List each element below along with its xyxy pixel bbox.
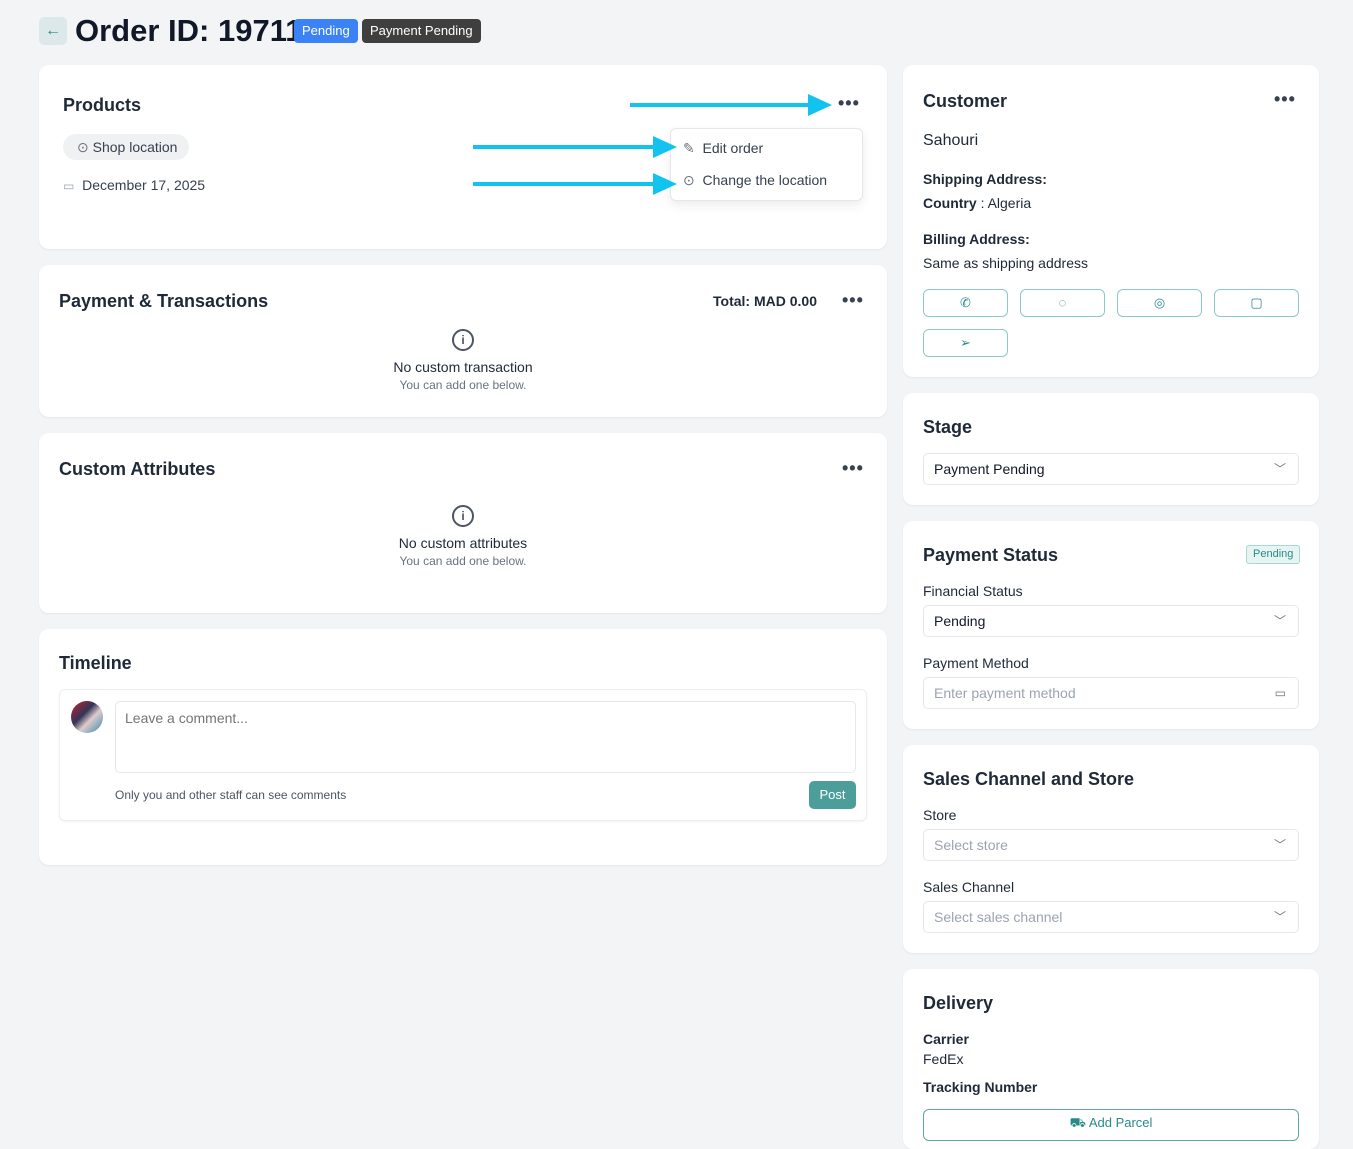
store-placeholder: Select store (934, 837, 1008, 853)
products-more-button[interactable]: ••• (838, 93, 860, 114)
store-label: Store (923, 807, 957, 823)
truck-icon: ⛟ (1069, 1115, 1086, 1130)
page-title: Order ID: 19711 (75, 13, 303, 48)
customer-name: Sahouri (923, 132, 979, 149)
chat-icon: ◌ (1058, 295, 1067, 310)
timeline-title: Timeline (59, 653, 132, 673)
payment-card: Payment & Transactions Total: MAD 0.00 •… (39, 265, 887, 417)
carrier-label: Carrier (923, 1031, 969, 1047)
stage-title: Stage (923, 417, 973, 437)
order-date-text: December 17, 2025 (82, 177, 206, 193)
payment-method-input[interactable]: Enter payment method ▭ (923, 677, 1299, 709)
empty-subtitle: You can add one below. (399, 554, 527, 568)
stage-badge: Payment Pending (362, 19, 481, 43)
country-row: Country : Algeria (923, 195, 1031, 211)
products-title: Products (63, 95, 142, 115)
stage-value: Payment Pending (934, 461, 1045, 477)
payment-status-card: Payment Status Pending Financial Status … (903, 521, 1319, 729)
attributes-empty-state: i No custom attributes You can add one b… (39, 505, 887, 568)
payment-status-title: Payment Status (923, 545, 1059, 565)
stage-card: Stage Payment Pending ﹀ (903, 393, 1319, 505)
attributes-title: Custom Attributes (59, 459, 216, 479)
whatsapp-icon: ◎ (1153, 295, 1166, 310)
customer-card: Customer ••• Sahouri Shipping Address: C… (903, 65, 1319, 377)
credit-card-icon: ▭ (1274, 686, 1286, 700)
sales-channel-select[interactable]: Select sales channel ﹀ (923, 901, 1299, 933)
payment-more-button[interactable]: ••• (842, 290, 864, 311)
arrow-left-icon: ← (45, 22, 61, 39)
billing-value: Same as shipping address (923, 255, 1088, 271)
map-pin-icon: ⊙ (683, 172, 695, 188)
shipping-label: Shipping Address: (923, 171, 1047, 187)
phone-icon: ✆ (960, 295, 971, 310)
chevron-down-icon: ﹀ (1273, 910, 1286, 924)
sales-title: Sales Channel and Store (923, 769, 1135, 789)
store-select[interactable]: Select store ﹀ (923, 829, 1299, 861)
payment-empty-state: i No custom transaction You can add one … (39, 329, 887, 392)
sales-channel-label: Sales Channel (923, 879, 1015, 895)
chevron-down-icon: ﹀ (1273, 462, 1286, 476)
financial-status-value: Pending (934, 613, 986, 629)
sales-channel-placeholder: Select sales channel (934, 909, 1063, 925)
whatsapp-button[interactable]: ◎ (1117, 289, 1202, 317)
comment-note: Only you and other staff can see comment… (115, 788, 347, 802)
custom-attributes-card: Custom Attributes ••• i No custom attrib… (39, 433, 887, 613)
payment-method-placeholder: Enter payment method (934, 685, 1076, 701)
payment-status-badge: Pending (1246, 545, 1301, 564)
customer-more-button[interactable]: ••• (1274, 89, 1296, 110)
menu-item-edit-order[interactable]: ✎ Edit order (683, 140, 763, 157)
back-button[interactable]: ← (39, 17, 67, 45)
menu-item-change-location[interactable]: ⊙ Change the location (683, 172, 827, 189)
products-dropdown-menu: ✎ Edit order ⊙ Change the location (670, 128, 863, 201)
shop-location-label: Shop location (92, 139, 178, 155)
payment-title: Payment & Transactions (59, 291, 269, 311)
avatar (71, 701, 103, 733)
telegram-button[interactable]: ➢ (923, 329, 1008, 357)
message-button[interactable]: ◌ (1020, 289, 1105, 317)
inbox-icon: ▢ (1250, 295, 1263, 310)
sales-channel-card: Sales Channel and Store Store Select sto… (903, 745, 1319, 953)
delivery-title: Delivery (923, 993, 994, 1013)
map-pin-icon: ⊙ (77, 139, 89, 155)
shop-location-pill[interactable]: ⊙ Shop location (63, 134, 190, 160)
country-value: : Algeria (980, 195, 1032, 211)
change-location-label: Change the location (702, 172, 828, 188)
add-parcel-label: Add Parcel (1088, 1115, 1153, 1130)
email-button[interactable]: ▢ (1214, 289, 1299, 317)
empty-title: No custom attributes (398, 535, 528, 551)
payment-total: Total: MAD 0.00 (713, 293, 817, 309)
comment-input[interactable] (115, 701, 856, 773)
timeline-card: Timeline Only you and other staff can se… (39, 629, 887, 865)
financial-status-label: Financial Status (923, 583, 1023, 599)
post-button[interactable]: Post (809, 781, 856, 809)
add-parcel-button[interactable]: ⛟ Add Parcel (923, 1109, 1299, 1141)
delivery-card: Delivery Carrier FedEx Tracking Number ⛟… (903, 969, 1319, 1149)
annotation-arrow (473, 136, 677, 158)
tracking-label: Tracking Number (923, 1079, 1038, 1095)
send-icon: ➢ (960, 335, 971, 350)
carrier-value: FedEx (923, 1051, 964, 1067)
empty-subtitle: You can add one below. (399, 378, 527, 392)
annotation-arrow (473, 173, 677, 195)
payment-method-label: Payment Method (923, 655, 1029, 671)
attributes-more-button[interactable]: ••• (842, 458, 864, 479)
empty-title: No custom transaction (393, 359, 533, 375)
order-date: ▭ December 17, 2025 (63, 177, 205, 193)
chevron-down-icon: ﹀ (1273, 838, 1286, 852)
financial-status-select[interactable]: Pending ﹀ (923, 605, 1299, 637)
calendar-icon: ▭ (63, 179, 75, 193)
country-label: Country (923, 195, 977, 211)
edit-order-label: Edit order (702, 140, 764, 156)
call-button[interactable]: ✆ (923, 289, 1008, 317)
chevron-down-icon: ﹀ (1273, 614, 1286, 628)
comment-box: Only you and other staff can see comment… (59, 689, 867, 821)
customer-title: Customer (923, 91, 1008, 111)
stage-select[interactable]: Payment Pending ﹀ (923, 453, 1299, 485)
edit-icon: ✎ (683, 140, 695, 156)
status-badge: Pending (294, 19, 358, 43)
info-icon: i (452, 329, 474, 351)
annotation-arrow (630, 94, 832, 116)
billing-label: Billing Address: (923, 231, 1030, 247)
info-icon: i (452, 505, 474, 527)
